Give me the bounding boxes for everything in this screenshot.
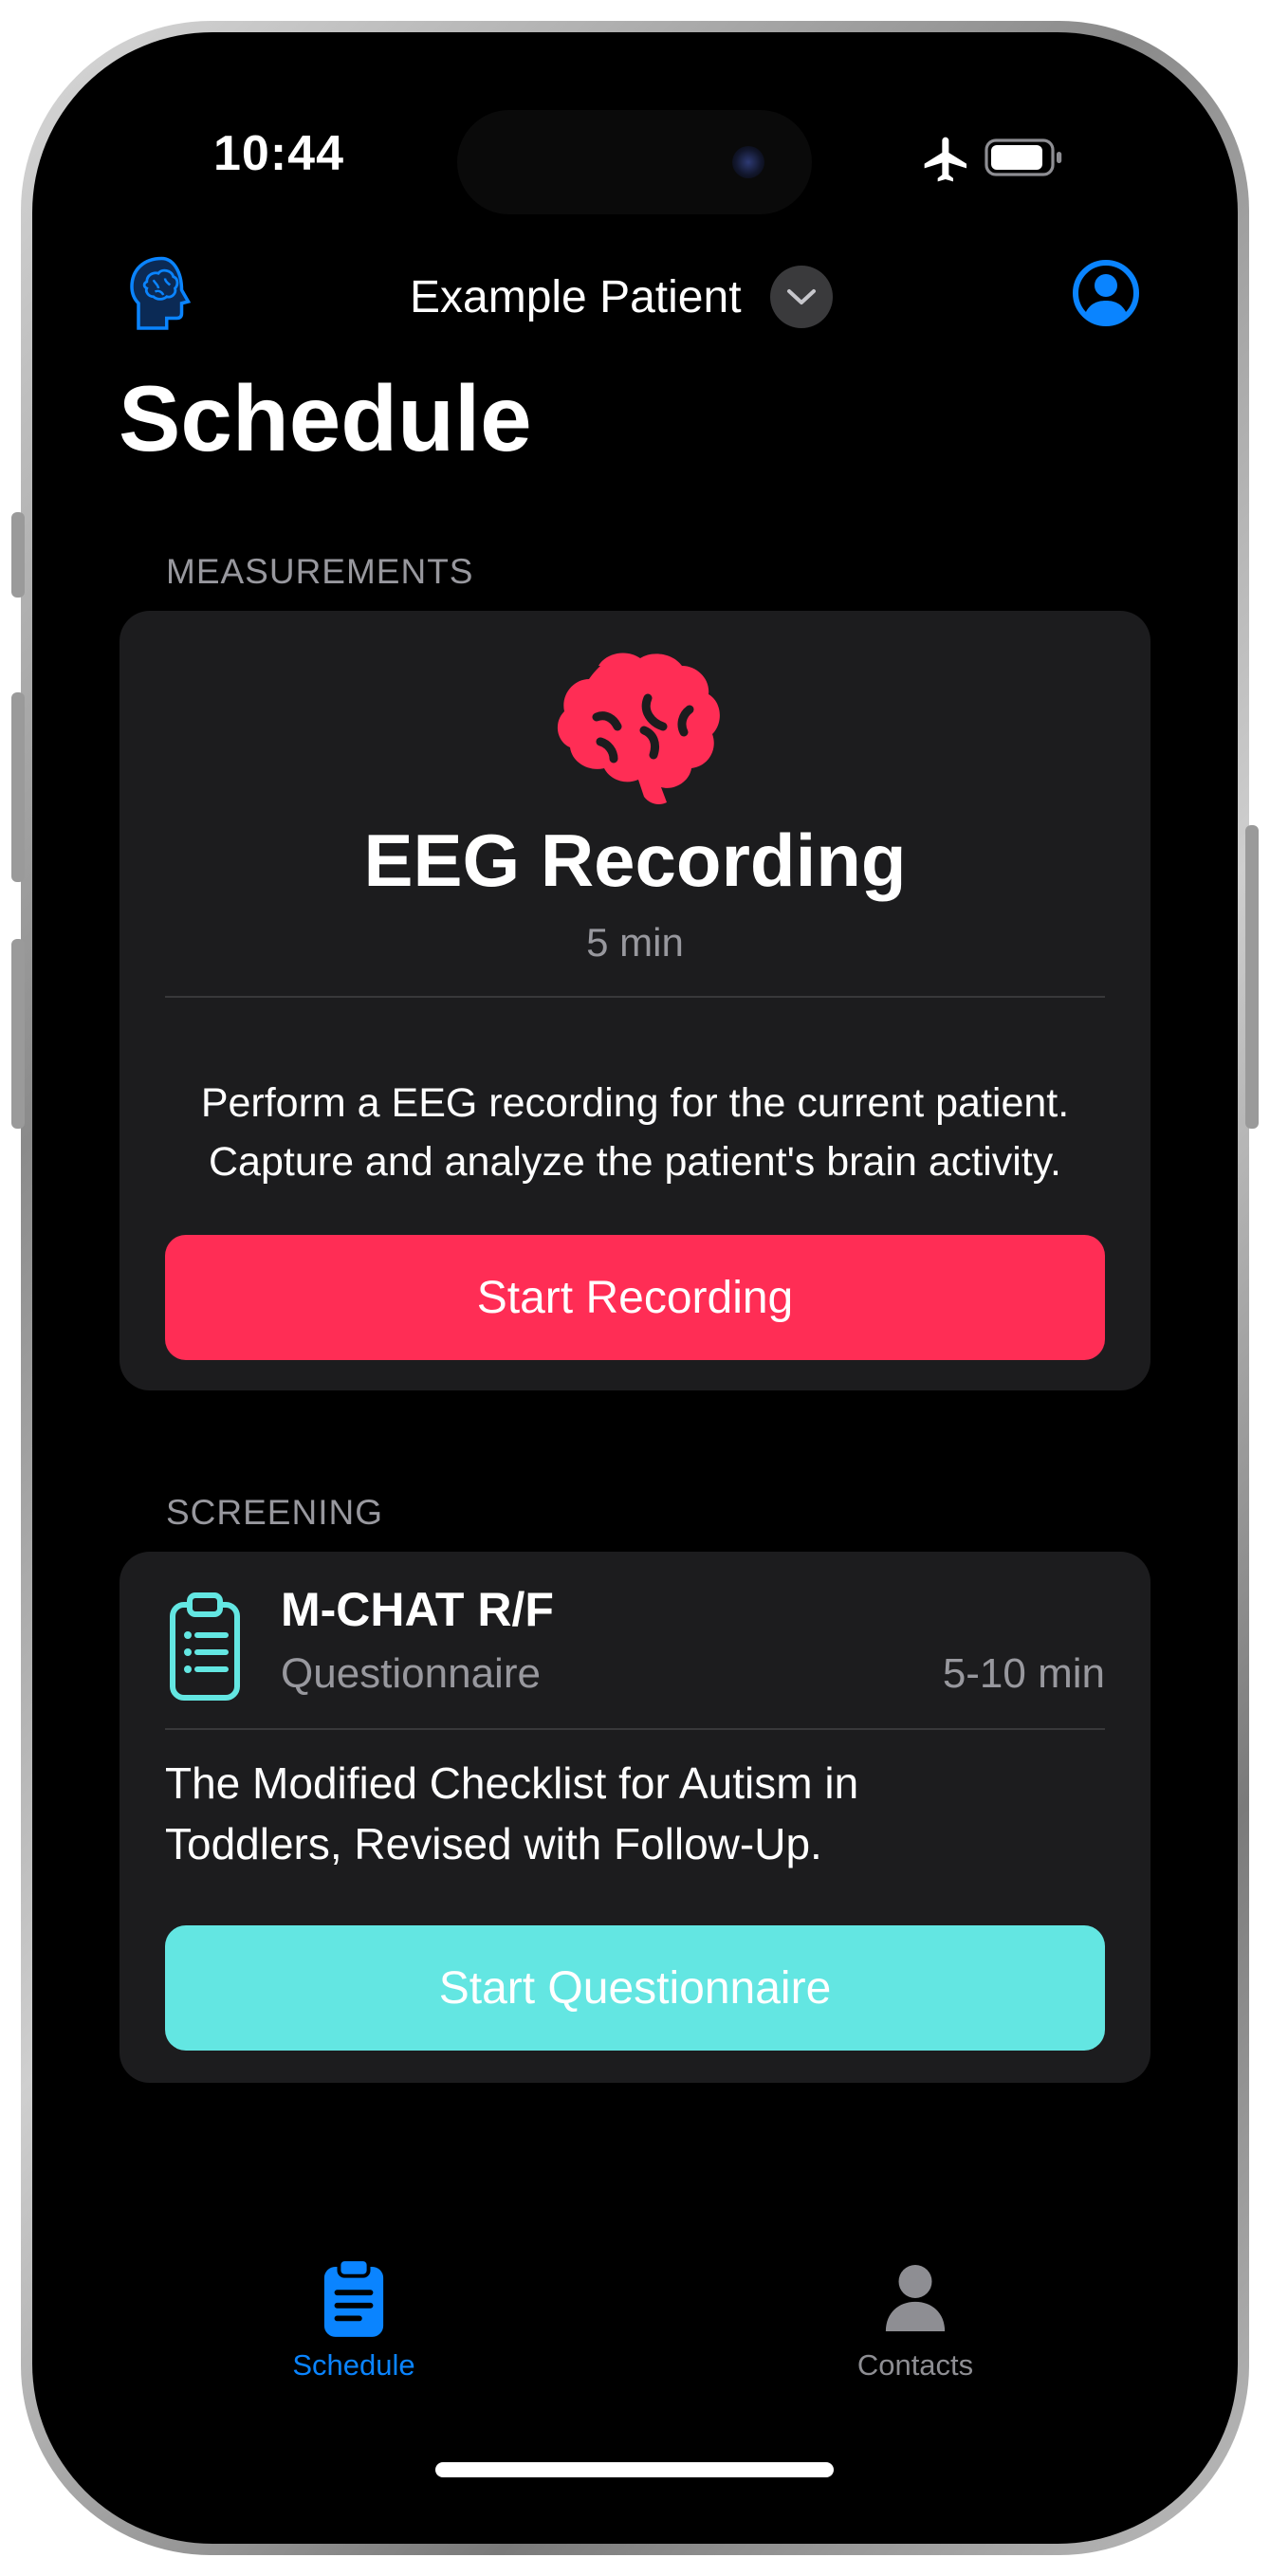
mchat-card-title: M-CHAT R/F	[281, 1583, 554, 1636]
eeg-card-duration: 5 min	[586, 920, 684, 965]
account-icon[interactable]	[1072, 259, 1140, 327]
status-bar: 10:44	[76, 76, 1194, 237]
tab-schedule-label: Schedule	[292, 2348, 415, 2382]
phone-screen: 10:44 Example Patient Schedule MEASUREME…	[76, 76, 1194, 2500]
tab-schedule[interactable]: Schedule	[212, 2257, 496, 2419]
clipboard-list-icon	[170, 1592, 240, 1701]
eeg-card-title: EEG Recording	[363, 819, 907, 902]
volume-down-button	[11, 939, 25, 1129]
mchat-card-duration: 5-10 min	[942, 1650, 1105, 1697]
eeg-description-line-1: Perform a EEG recording for the current …	[200, 1080, 1070, 1126]
dynamic-island	[457, 110, 812, 214]
patient-name: Example Patient	[410, 271, 742, 322]
home-indicator[interactable]	[435, 2462, 834, 2477]
eeg-card-divider	[165, 996, 1105, 998]
eeg-recording-card: EEG Recording 5 min Perform a EEG record…	[120, 611, 1150, 1390]
patient-selector[interactable]: Example Patient	[410, 259, 833, 335]
mchat-questionnaire-card: M-CHAT R/F Questionnaire 5-10 min The Mo…	[120, 1552, 1150, 2083]
start-recording-button[interactable]: Start Recording	[165, 1235, 1105, 1360]
patient-dropdown-button[interactable]	[769, 266, 833, 328]
status-time: 10:44	[213, 126, 344, 181]
action-button	[11, 512, 25, 598]
battery-icon	[985, 138, 1062, 176]
volume-up-button	[11, 692, 25, 882]
tab-contacts-label: Contacts	[856, 2348, 974, 2382]
mchat-description-line-1: The Modified Checklist for Autism in	[165, 1758, 859, 1808]
front-camera	[732, 146, 764, 178]
tab-contacts[interactable]: Contacts	[773, 2257, 1058, 2419]
eeg-description-line-2: Capture and analyze the patient's brain …	[209, 1139, 1061, 1185]
eeg-card-description: Perform a EEG recording for the current …	[148, 1074, 1122, 1191]
tab-bar: Schedule Contacts	[76, 2257, 1194, 2428]
power-button	[1245, 825, 1259, 1129]
person-icon	[885, 2265, 946, 2331]
navigation-bar: Example Patient	[76, 251, 1194, 365]
screening-section-header: SCREENING	[166, 1493, 383, 1532]
page-title: Schedule	[119, 366, 532, 470]
measurements-section-header: MEASUREMENTS	[166, 552, 474, 591]
mchat-description-line-2: Toddlers, Revised with Follow-Up.	[165, 1819, 822, 1868]
chevron-down-icon	[786, 289, 816, 304]
airplane-mode-icon	[924, 137, 966, 182]
start-questionnaire-button[interactable]: Start Questionnaire	[165, 1925, 1105, 2051]
mchat-card-description: The Modified Checklist for Autism in Tod…	[165, 1753, 1105, 1874]
clipboard-icon	[323, 2257, 384, 2337]
mchat-card-divider	[165, 1728, 1105, 1730]
brain-head-logo-icon	[130, 256, 192, 330]
mchat-card-subtitle: Questionnaire	[281, 1650, 541, 1697]
brain-icon	[557, 653, 720, 804]
